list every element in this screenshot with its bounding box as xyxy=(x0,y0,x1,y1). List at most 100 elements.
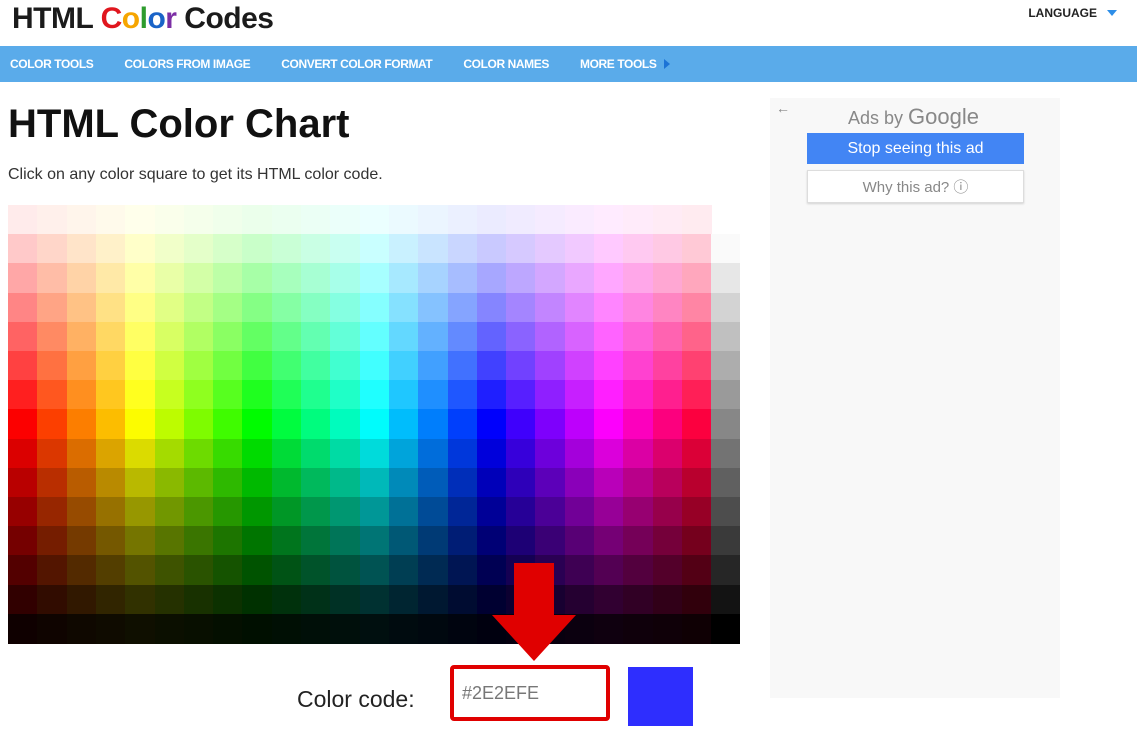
color-square[interactable] xyxy=(681,380,712,411)
color-square[interactable] xyxy=(418,555,449,586)
color-square[interactable] xyxy=(66,438,97,469)
color-square[interactable] xyxy=(183,555,214,586)
color-square[interactable] xyxy=(594,292,624,323)
color-square[interactable] xyxy=(66,321,97,352)
color-square[interactable] xyxy=(506,438,537,469)
color-square[interactable] xyxy=(594,351,624,381)
color-square[interactable] xyxy=(506,234,537,265)
color-square[interactable] xyxy=(594,438,624,469)
color-square[interactable] xyxy=(125,351,156,381)
color-square[interactable] xyxy=(271,438,302,469)
color-square[interactable] xyxy=(388,263,419,294)
gray-square[interactable] xyxy=(711,613,741,644)
color-square[interactable] xyxy=(271,555,302,586)
color-square[interactable] xyxy=(447,584,478,615)
color-square[interactable] xyxy=(95,526,126,557)
color-square[interactable] xyxy=(271,613,302,644)
color-square[interactable] xyxy=(359,234,390,265)
color-square[interactable] xyxy=(652,351,683,381)
color-square[interactable] xyxy=(125,409,156,440)
color-square[interactable] xyxy=(388,613,419,644)
color-square[interactable] xyxy=(125,321,156,352)
color-square[interactable] xyxy=(594,555,624,586)
color-square[interactable] xyxy=(447,321,478,352)
color-square[interactable] xyxy=(359,613,390,644)
color-square[interactable] xyxy=(213,613,244,644)
color-square[interactable] xyxy=(213,438,244,469)
color-square[interactable] xyxy=(183,292,214,323)
color-square[interactable] xyxy=(447,205,478,235)
color-square[interactable] xyxy=(652,263,683,294)
color-square[interactable] xyxy=(8,409,38,440)
color-square[interactable] xyxy=(359,584,390,615)
color-square[interactable] xyxy=(418,467,449,498)
color-square[interactable] xyxy=(359,409,390,440)
color-square[interactable] xyxy=(330,409,361,440)
color-square[interactable] xyxy=(535,467,566,498)
color-square[interactable] xyxy=(66,555,97,586)
color-square[interactable] xyxy=(125,555,156,586)
color-square[interactable] xyxy=(359,380,390,411)
color-square[interactable] xyxy=(564,205,595,235)
color-square[interactable] xyxy=(301,321,331,352)
color-square[interactable] xyxy=(95,613,126,644)
color-square[interactable] xyxy=(623,438,654,469)
color-square[interactable] xyxy=(271,234,302,265)
color-square[interactable] xyxy=(476,380,507,411)
color-square[interactable] xyxy=(652,409,683,440)
color-square[interactable] xyxy=(154,409,185,440)
color-square[interactable] xyxy=(242,584,273,615)
color-square[interactable] xyxy=(154,234,185,265)
color-square[interactable] xyxy=(95,438,126,469)
color-square[interactable] xyxy=(213,584,244,615)
color-square[interactable] xyxy=(154,497,185,527)
color-square[interactable] xyxy=(476,409,507,440)
gray-square[interactable] xyxy=(711,526,741,557)
color-square[interactable] xyxy=(652,321,683,352)
color-square[interactable] xyxy=(623,205,654,235)
color-square[interactable] xyxy=(183,467,214,498)
color-square[interactable] xyxy=(183,584,214,615)
color-square[interactable] xyxy=(242,351,273,381)
color-square[interactable] xyxy=(301,613,331,644)
color-square[interactable] xyxy=(95,321,126,352)
color-square[interactable] xyxy=(8,555,38,586)
color-square[interactable] xyxy=(388,438,419,469)
color-square[interactable] xyxy=(271,205,302,235)
color-square[interactable] xyxy=(359,205,390,235)
color-square[interactable] xyxy=(183,409,214,440)
color-square[interactable] xyxy=(95,292,126,323)
site-logo[interactable]: HTML Color Codes xyxy=(12,2,274,36)
color-square[interactable] xyxy=(213,467,244,498)
color-square[interactable] xyxy=(213,263,244,294)
color-square[interactable] xyxy=(681,613,712,644)
color-square[interactable] xyxy=(506,380,537,411)
color-square[interactable] xyxy=(301,205,331,235)
color-square[interactable] xyxy=(594,497,624,527)
color-square[interactable] xyxy=(301,584,331,615)
color-square[interactable] xyxy=(681,321,712,352)
color-square[interactable] xyxy=(66,263,97,294)
color-square[interactable] xyxy=(271,409,302,440)
color-square[interactable] xyxy=(564,351,595,381)
color-square[interactable] xyxy=(564,292,595,323)
color-square[interactable] xyxy=(594,263,624,294)
color-square[interactable] xyxy=(37,467,68,498)
color-square[interactable] xyxy=(330,613,361,644)
color-square[interactable] xyxy=(301,438,331,469)
color-square[interactable] xyxy=(95,467,126,498)
color-square[interactable] xyxy=(301,555,331,586)
color-square[interactable] xyxy=(535,526,566,557)
color-square[interactable] xyxy=(301,380,331,411)
gray-square[interactable] xyxy=(711,351,741,381)
color-square[interactable] xyxy=(37,584,68,615)
color-square[interactable] xyxy=(447,526,478,557)
color-square[interactable] xyxy=(447,467,478,498)
color-square[interactable] xyxy=(418,584,449,615)
color-square[interactable] xyxy=(330,292,361,323)
color-square[interactable] xyxy=(418,409,449,440)
color-square[interactable] xyxy=(125,497,156,527)
color-square[interactable] xyxy=(271,584,302,615)
color-square[interactable] xyxy=(564,263,595,294)
color-square[interactable] xyxy=(476,526,507,557)
